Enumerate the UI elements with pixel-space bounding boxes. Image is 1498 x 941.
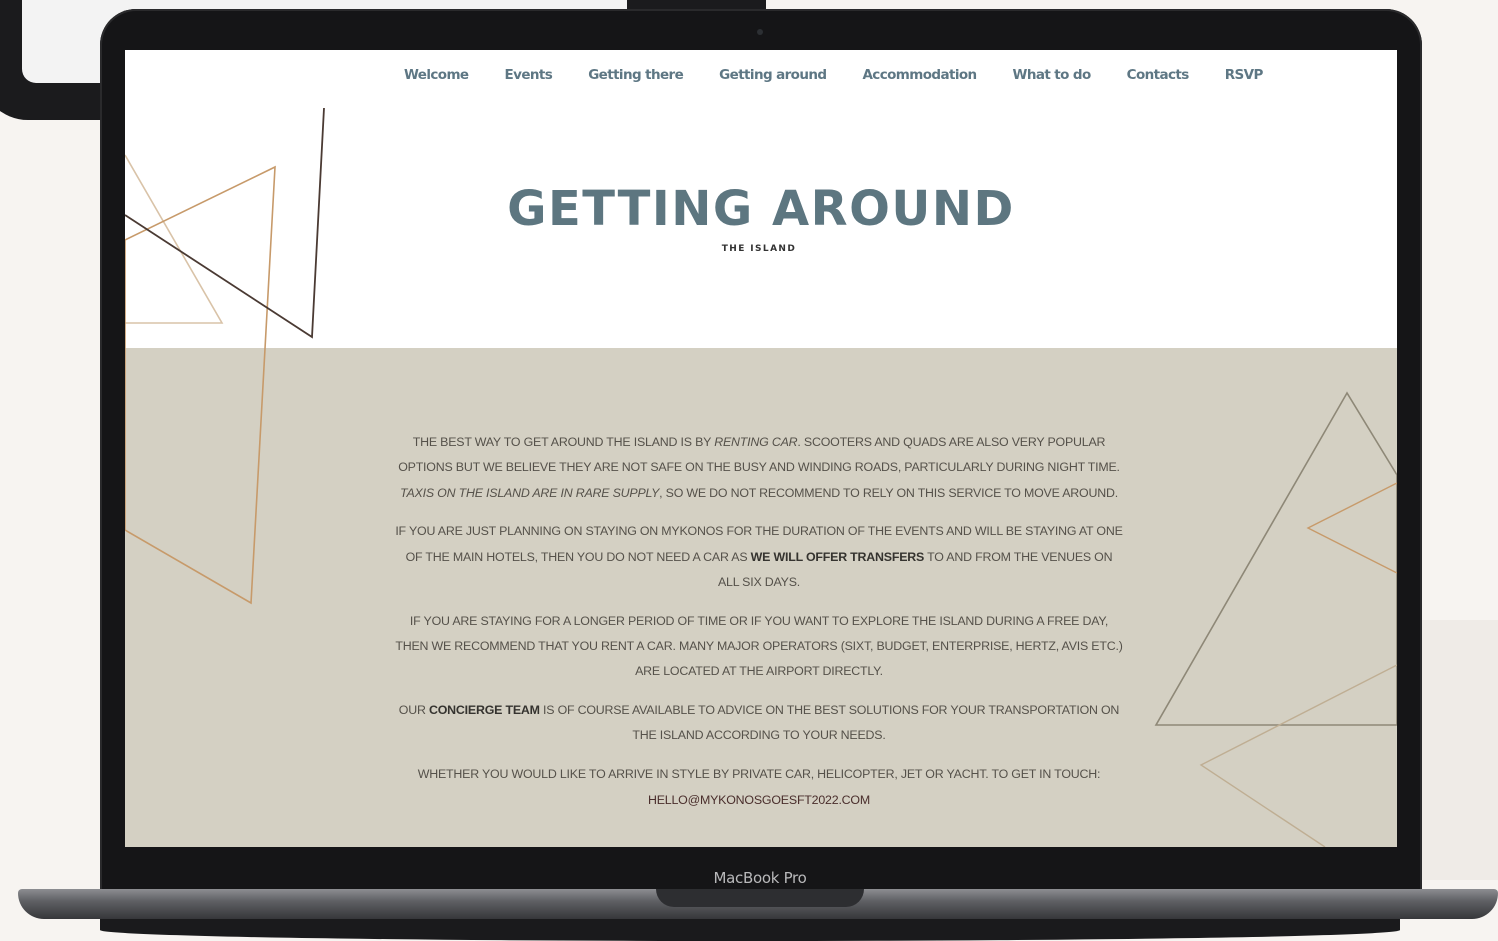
camera-icon bbox=[757, 29, 763, 35]
paragraph-transfers: IF YOU ARE JUST PLANNING ON STAYING ON M… bbox=[395, 519, 1123, 595]
text-span: THE BEST WAY TO GET AROUND THE ISLAND IS… bbox=[412, 435, 715, 449]
nav-item-rsvp[interactable]: RSVP bbox=[1225, 67, 1264, 89]
paragraph-concierge: OUR CONCIERGE TEAM IS OF COURSE AVAILABL… bbox=[395, 698, 1123, 749]
nav-item-events[interactable]: Events bbox=[505, 67, 553, 89]
strong-transfers: WE WILL OFFER TRANSFERS bbox=[750, 549, 925, 564]
text-span: IS OF COURSE AVAILABLE TO ADVICE ON THE … bbox=[539, 703, 1120, 743]
main-navigation: Welcome Events Getting there Getting aro… bbox=[404, 67, 1263, 89]
deco-line-light bbox=[125, 154, 224, 324]
nav-item-accommodation[interactable]: Accommodation bbox=[862, 67, 977, 89]
nav-item-what-to-do[interactable]: What to do bbox=[1013, 67, 1092, 89]
deco-triangle-right-large bbox=[1154, 391, 1397, 726]
paragraph-contact: WHETHER YOU WOULD LIKE TO ARRIVE IN STYL… bbox=[395, 762, 1123, 813]
deco-line-right-gold bbox=[1306, 482, 1397, 574]
nav-item-getting-there[interactable]: Getting there bbox=[588, 67, 684, 89]
page-title: GETTING AROUND bbox=[507, 181, 1015, 237]
paragraph-renting: THE BEST WAY TO GET AROUND THE ISLAND IS… bbox=[395, 430, 1123, 506]
laptop-hinge-notch bbox=[656, 889, 864, 907]
laptop-screen: Welcome Events Getting there Getting aro… bbox=[125, 50, 1397, 847]
emphasis-taxis: TAXIS ON THE ISLAND ARE IN RARE SUPPLY bbox=[400, 485, 660, 500]
text-span: , SO WE DO NOT RECOMMEND TO RELY ON THIS… bbox=[659, 485, 1118, 500]
strong-concierge-team: CONCIERGE TEAM bbox=[428, 703, 540, 718]
text-span: WHETHER YOU WOULD LIKE TO ARRIVE IN STYL… bbox=[417, 767, 1101, 782]
laptop-base-shadow bbox=[100, 919, 1400, 941]
nav-item-getting-around[interactable]: Getting around bbox=[719, 67, 827, 89]
text-span: OUR bbox=[398, 703, 429, 718]
email-link[interactable]: HELLO@MYKONOSGOESFT2022.COM bbox=[648, 793, 870, 807]
page-subtitle: THE ISLAND bbox=[721, 244, 797, 254]
nav-item-contacts[interactable]: Contacts bbox=[1127, 67, 1190, 89]
background-panel bbox=[1420, 620, 1498, 880]
nav-item-welcome[interactable]: Welcome bbox=[404, 67, 469, 89]
laptop-model-label: MacBook Pro bbox=[713, 869, 807, 887]
deco-line-right-light bbox=[1199, 664, 1397, 847]
content-text: THE BEST WAY TO GET AROUND THE ISLAND IS… bbox=[395, 430, 1123, 826]
emphasis-renting-car: RENTING CAR bbox=[714, 435, 798, 449]
paragraph-rent-car: IF YOU ARE STAYING FOR A LONGER PERIOD O… bbox=[395, 613, 1123, 679]
